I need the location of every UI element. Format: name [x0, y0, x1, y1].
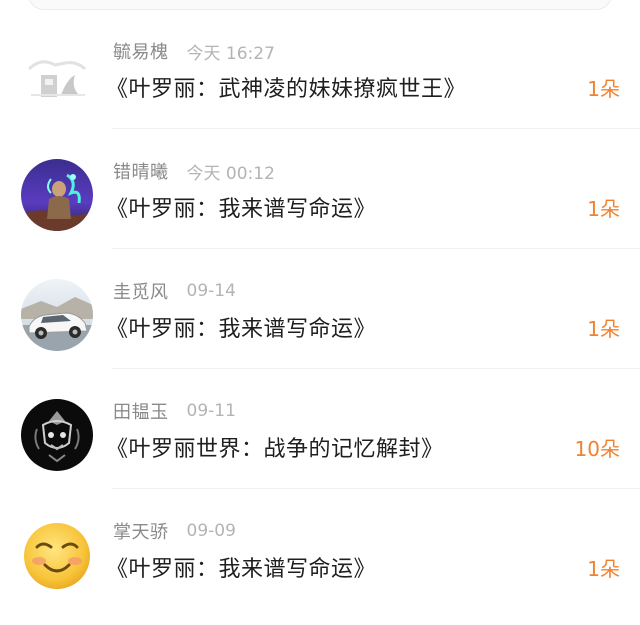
book-title[interactable]: 《叶罗丽：我来谱写命运》 [106, 191, 376, 223]
list-item[interactable]: 毓易槐 今天 16:27 《叶罗丽：武神凌的妹妹撩疯世王》 1朵 [0, 9, 640, 129]
avatar[interactable] [21, 279, 93, 351]
book-title[interactable]: 《叶罗丽世界：战争的记忆解封》 [106, 431, 444, 463]
book-title[interactable]: 《叶罗丽：我来谱写命运》 [106, 551, 376, 583]
gift-amount: 1朵 [587, 77, 620, 101]
book-title[interactable]: 《叶罗丽：武神凌的妹妹撩疯世王》 [106, 71, 466, 103]
sender-name[interactable]: 田韫玉 [113, 398, 169, 424]
avatar[interactable] [21, 39, 93, 111]
avatar[interactable] [21, 519, 93, 591]
list-item[interactable]: 田韫玉 09-11 《叶罗丽世界：战争的记忆解封》 10朵 [0, 369, 640, 489]
dark-ornament-avatar-icon [21, 399, 93, 471]
gift-amount: 1朵 [587, 317, 620, 341]
avatar[interactable] [21, 399, 93, 471]
sender-name[interactable]: 掌天骄 [113, 518, 169, 544]
sender-meta: 田韫玉 09-11 [113, 398, 236, 424]
gift-amount: 10朵 [574, 437, 620, 461]
gift-amount: 1朵 [587, 557, 620, 581]
gift-list: 毓易槐 今天 16:27 《叶罗丽：武神凌的妹妹撩疯世王》 1朵 错晴曦 今天 … [0, 9, 640, 609]
sender-meta: 毓易槐 今天 16:27 [113, 38, 275, 64]
sketch-logo-avatar-icon [21, 39, 93, 111]
glowing-figure-avatar-icon [21, 159, 93, 231]
sender-meta: 圭觅风 09-14 [113, 278, 236, 304]
sender-meta: 掌天骄 09-09 [113, 518, 236, 544]
gift-time: 今天 00:12 [186, 163, 275, 184]
smiley-face-avatar-icon [21, 519, 93, 591]
sender-name[interactable]: 毓易槐 [113, 38, 169, 64]
gift-amount: 1朵 [587, 197, 620, 221]
sender-meta: 错晴曦 今天 00:12 [113, 158, 275, 184]
sender-name[interactable]: 错晴曦 [113, 158, 169, 184]
avatar[interactable] [21, 159, 93, 231]
gift-record-screen: 毓易槐 今天 16:27 《叶罗丽：武神凌的妹妹撩疯世王》 1朵 错晴曦 今天 … [0, 0, 640, 625]
sender-name[interactable]: 圭觅风 [113, 278, 169, 304]
white-suv-avatar-icon [21, 279, 93, 351]
list-item[interactable]: 掌天骄 09-09 《叶罗丽：我来谱写命运》 1朵 [0, 489, 640, 609]
book-title[interactable]: 《叶罗丽：我来谱写命运》 [106, 311, 376, 343]
gift-time: 09-09 [186, 521, 236, 541]
gift-time: 09-14 [186, 281, 236, 301]
list-item[interactable]: 圭觅风 09-14 《叶罗丽：我来谱写命运》 1朵 [0, 249, 640, 369]
list-item[interactable]: 错晴曦 今天 00:12 《叶罗丽：我来谱写命运》 1朵 [0, 129, 640, 249]
gift-time: 今天 16:27 [186, 43, 275, 64]
gift-time: 09-11 [186, 401, 236, 421]
